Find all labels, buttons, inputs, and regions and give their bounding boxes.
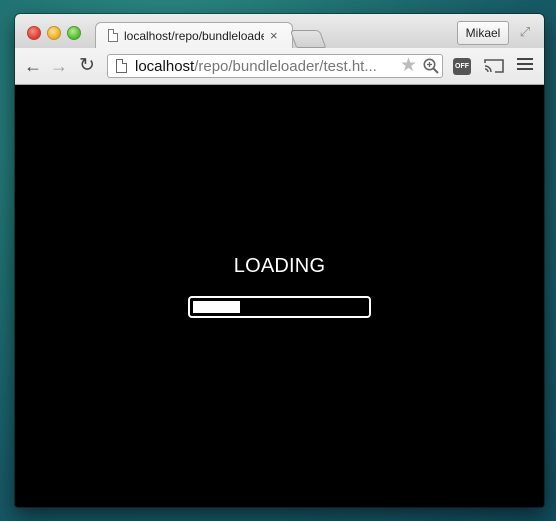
browser-window: localhost/repo/bundleloader/test.html × … <box>15 14 544 507</box>
zoom-window-button[interactable] <box>67 26 81 40</box>
progress-fill <box>193 301 240 313</box>
page-viewport: LOADING <box>15 85 544 507</box>
loading-label: LOADING <box>233 255 326 277</box>
page-icon <box>108 29 118 42</box>
tab-title: localhost/repo/bundleloader/test.html <box>124 29 264 43</box>
new-tab-button[interactable] <box>289 30 327 48</box>
url-path: /repo/bundleloader/test.ht... <box>194 58 377 75</box>
url-host: localhost <box>135 58 195 75</box>
reload-icon[interactable]: ↻ <box>77 56 97 76</box>
close-window-button[interactable] <box>27 26 41 40</box>
tab-active[interactable]: localhost/repo/bundleloader/test.html × <box>95 22 293 50</box>
zoom-icon[interactable] <box>422 57 440 75</box>
back-icon[interactable]: ← <box>23 56 43 76</box>
toolbar: ← → ↻ localhost/repo/bundleloader/test.h… <box>15 48 544 85</box>
url-text[interactable]: localhost/repo/bundleloader/test.ht... <box>135 58 397 75</box>
tab-close-icon[interactable]: × <box>270 28 278 43</box>
page-icon <box>116 59 127 73</box>
progress-bar <box>188 296 371 318</box>
minimize-window-button[interactable] <box>47 26 61 40</box>
forward-icon[interactable]: → <box>49 56 69 76</box>
address-bar[interactable]: localhost/repo/bundleloader/test.ht... ★ <box>107 54 443 78</box>
menu-icon[interactable] <box>517 58 533 72</box>
bookmark-star-icon[interactable]: ★ <box>400 56 417 76</box>
fullscreen-icon[interactable]: ⤢ <box>517 24 533 40</box>
profile-button[interactable]: Mikael <box>457 21 509 45</box>
title-bar: localhost/repo/bundleloader/test.html × … <box>15 14 544 50</box>
cast-icon[interactable] <box>483 57 505 75</box>
extension-off-icon[interactable]: OFF <box>453 58 471 75</box>
